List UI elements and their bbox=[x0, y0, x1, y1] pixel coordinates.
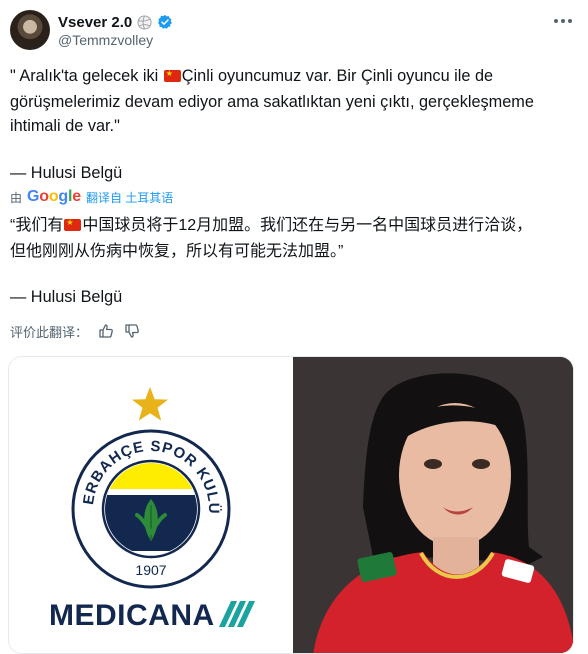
sponsor-logo: MEDICANA bbox=[49, 599, 255, 633]
tweet-text-line-1: " Aralık'ta gelecek iki Çinli oyuncumuz … bbox=[10, 64, 493, 88]
china-flag-icon bbox=[163, 68, 181, 82]
club-year-text: 1907 bbox=[135, 562, 166, 578]
translation-source: 由 Google 翻译自 土耳其语 bbox=[10, 186, 173, 208]
sponsor-text: MEDICANA bbox=[49, 599, 215, 632]
translated-by-label: 由 bbox=[10, 190, 23, 205]
china-flag-icon bbox=[64, 217, 82, 231]
player-portrait-icon bbox=[293, 357, 573, 653]
club-logo-image[interactable]: FENERBAHÇE SPOR KULÜBÜ 1907 MEDICANA bbox=[9, 357, 291, 653]
translated-text-line-2: 但他刚刚从伤病中恢复，所以有可能无法加盟。” bbox=[10, 243, 344, 260]
rate-translation-label: 评价此翻译： bbox=[10, 324, 89, 340]
fenerbahce-crest-icon: FENERBAHÇE SPOR KULÜBÜ 1907 bbox=[71, 429, 231, 589]
translated-text-part: “我们有 bbox=[10, 217, 64, 234]
tweet-text-line-3: ihtimali de var." bbox=[10, 117, 120, 135]
sponsor-mark-icon bbox=[217, 601, 255, 627]
tweet-text-part: Çinli oyuncumuz var. Bir Çinli oyuncu il… bbox=[181, 67, 494, 85]
google-logo: Google bbox=[27, 188, 81, 205]
tweet-media[interactable]: FENERBAHÇE SPOR KULÜBÜ 1907 MEDICANA bbox=[8, 356, 574, 654]
tweet-header: Vsever 2.0 @Temmzvolley bbox=[10, 10, 580, 54]
name-row: Vsever 2.0 bbox=[58, 12, 173, 32]
tweet-text-line-2: görüşmelerimiz devam ediyor ama sakatlık… bbox=[10, 93, 534, 111]
user-handle[interactable]: @Temmzvolley bbox=[58, 32, 153, 48]
translated-text-line-1: “我们有 中国球员将于12月加盟。我们还在与另一名中国球员进行洽谈， bbox=[10, 214, 532, 238]
thumbs-up-icon[interactable] bbox=[98, 323, 114, 339]
more-options-icon[interactable] bbox=[554, 16, 576, 26]
rate-translation: 评价此翻译： bbox=[10, 320, 140, 342]
translated-from-link[interactable]: 翻译自 土耳其语 bbox=[86, 189, 173, 206]
tweet-attribution: — Hulusi Belgü bbox=[10, 164, 123, 182]
verified-badge-icon bbox=[158, 15, 173, 29]
translated-text-part: 中国球员将于12月加盟。我们还在与另一名中国球员进行洽谈， bbox=[82, 217, 533, 234]
translated-attribution: — Hulusi Belgü bbox=[10, 288, 123, 306]
volleyball-icon bbox=[137, 14, 152, 30]
thumbs-down-icon[interactable] bbox=[124, 323, 140, 339]
gold-star-icon bbox=[132, 387, 168, 421]
tweet-text-part: " Aralık'ta gelecek iki bbox=[10, 67, 163, 85]
player-photo[interactable] bbox=[293, 357, 573, 653]
display-name[interactable]: Vsever 2.0 bbox=[58, 14, 132, 31]
avatar[interactable] bbox=[10, 10, 50, 50]
